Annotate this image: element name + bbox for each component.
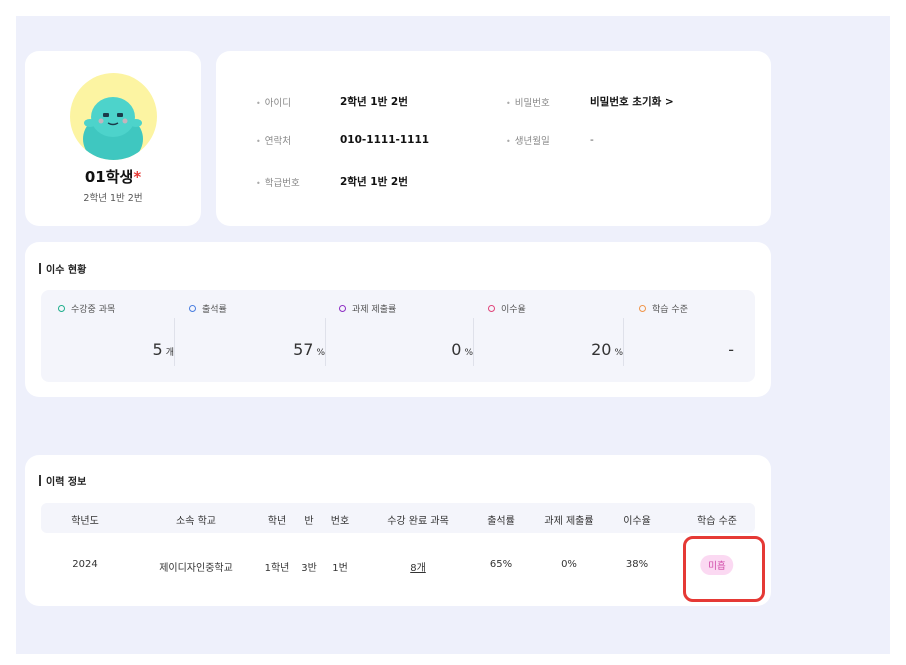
cell-completion-rate: 38% [625,559,649,570]
stat-completion-rate: 이수율 20% [488,290,623,382]
info-row-contact: 연락처 010-1111-1111 [256,133,429,147]
title-bar [39,263,41,274]
column-header: 학년도 [71,516,99,527]
completed-courses-link[interactable]: 8개 [410,559,426,574]
profile-class-info: 2학년 1반 2번 [83,193,143,204]
stat-value: - [728,340,737,359]
stat-unit: % [316,348,325,358]
stat-label: 이수율 [488,302,526,315]
column-header: 학습 수준 [697,516,737,527]
stat-label: 과제 제출률 [339,302,396,315]
ring-icon [339,305,346,312]
title-bar [39,475,41,486]
stat-number: - [728,340,734,359]
stats-box: 수강중 과목 5개 출석률 57% 과제 제출률 0% 이수율 20% 학습 수… [41,290,755,382]
column-header: 이수율 [623,516,651,527]
highlight-annotation [683,536,765,602]
history-table-header: 학년도 소속 학교 학년 반 번호 수강 완료 과목 출석률 과제 제출률 이수… [41,503,755,533]
completion-title-text: 이수 현황 [46,265,87,276]
stat-divider [623,318,624,366]
ring-icon [189,305,196,312]
id-value: 2학년 1반 2번 [340,96,408,108]
class-number-label: 학급번호 [256,175,340,189]
stat-number: 5 [152,340,163,359]
info-row-birth: 생년월일 - [506,133,594,147]
required-mark: * [133,168,142,186]
stat-value: 0% [451,340,473,359]
stat-number: 20 [591,340,612,359]
column-header: 수강 완료 과목 [387,516,449,527]
stat-label-text: 과제 제출률 [352,305,397,315]
cell-school: 제이디자인중학교 [159,563,233,574]
stat-assignment-rate: 과제 제출률 0% [339,290,473,382]
cell-year: 2024 [72,559,98,570]
stat-enrolled-courses: 수강중 과목 5개 [58,290,174,382]
birth-value: - [590,134,594,146]
ring-icon [58,305,65,312]
info-row-class-number: 학급번호 2학년 1반 2번 [256,174,408,189]
column-header: 과제 제출률 [544,516,594,527]
stat-divider [174,318,175,366]
stat-attendance: 출석률 57% [189,290,325,382]
password-label: 비밀번호 [506,95,590,109]
stat-learning-level: 학습 수준 - [639,290,737,382]
column-header: 반 [304,516,314,527]
password-reset-link[interactable]: 비밀번호 초기화 > [590,94,674,109]
column-header: 출석률 [487,516,515,527]
column-header: 학년 [267,516,287,527]
mascot-icon [83,97,143,160]
avatar [70,73,157,160]
completion-title: 이수 현황 [39,261,86,276]
stat-label-text: 출석률 [202,305,227,315]
column-header: 번호 [330,516,350,527]
stat-label-text: 이수율 [501,305,526,315]
birth-label: 생년월일 [506,133,590,147]
history-title: 이력 정보 [39,473,86,488]
info-row-password: 비밀번호 비밀번호 초기화 > [506,94,674,109]
contact-value: 010-1111-1111 [340,134,430,146]
history-card: 이력 정보 학년도 소속 학교 학년 반 번호 수강 완료 과목 출석률 과제 … [25,455,771,606]
stat-label: 수강중 과목 [58,302,115,315]
cell-assignment-rate: 0% [561,559,577,570]
stat-value: 5개 [153,340,174,359]
history-title-text: 이력 정보 [46,477,87,488]
id-label: 아이디 [256,95,340,109]
cell-attendance: 65% [489,559,513,570]
stat-divider [473,318,474,366]
profile-name: 01학생* [25,166,201,187]
info-row-id: 아이디 2학년 1반 2번 [256,94,408,109]
account-info-card: 아이디 2학년 1반 2번 비밀번호 비밀번호 초기화 > 연락처 010-11… [216,51,771,226]
stat-unit: % [464,348,473,358]
stat-number: 0 [451,340,462,359]
stat-value: 57% [293,340,325,359]
stat-label: 학습 수준 [639,302,688,315]
cell-number: 1번 [332,563,348,574]
column-header: 소속 학교 [176,516,216,527]
ring-icon [639,305,646,312]
stat-unit: 개 [165,348,174,358]
contact-label: 연락처 [256,133,340,147]
stat-number: 57 [293,340,314,359]
cell-class: 3반 [301,563,317,574]
stat-label: 출석률 [189,302,227,315]
stat-label-text: 수강중 과목 [71,305,116,315]
stat-divider [325,318,326,366]
profile-card: 01학생* 2학년 1반 2번 [25,51,201,226]
ring-icon [488,305,495,312]
cell-grade: 1학년 [264,563,290,574]
profile-name-text: 01학생 [84,168,134,186]
stat-unit: % [614,348,623,358]
stat-value: 20% [591,340,623,359]
stat-label-text: 학습 수준 [652,305,688,315]
class-number-value: 2학년 1반 2번 [340,176,408,188]
completion-status-card: 이수 현황 수강중 과목 5개 출석률 57% 과제 제출률 0% 이수율 20… [25,242,771,397]
